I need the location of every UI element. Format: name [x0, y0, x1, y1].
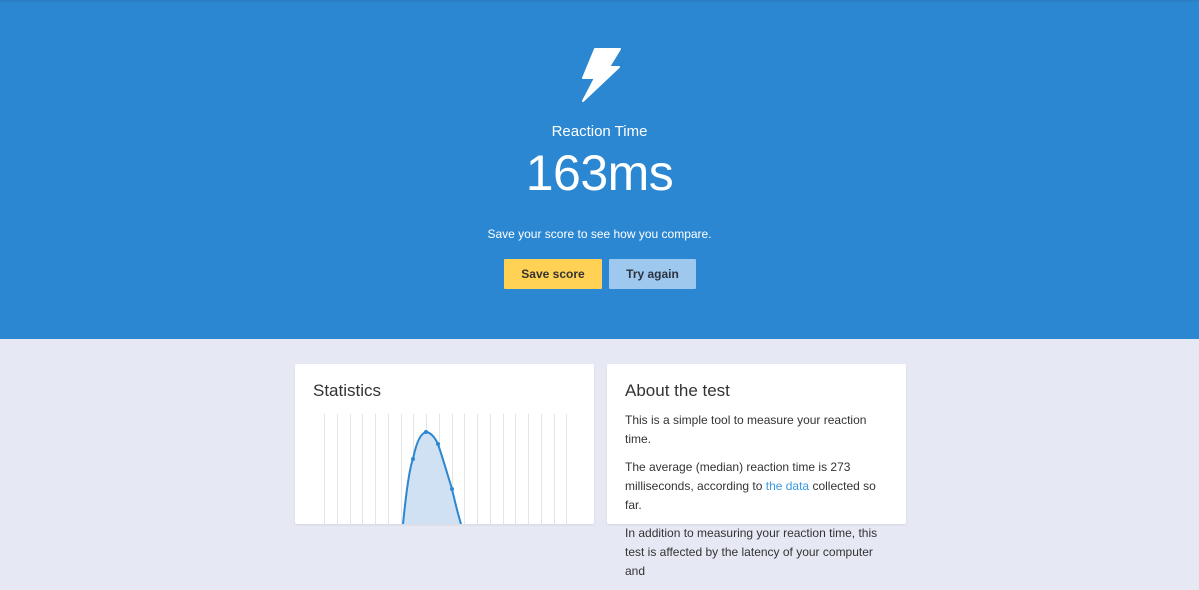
distribution-point — [450, 487, 454, 491]
hero-section: Reaction Time 163ms Save your score to s… — [0, 0, 1199, 339]
statistics-title: Statistics — [313, 381, 382, 400]
about-title: About the test — [625, 381, 730, 400]
save-prompt-text: Save your score to see how you compare. — [487, 227, 712, 241]
reaction-time-distribution-chart — [324, 414, 567, 524]
about-card: About the test This is a simple tool to … — [607, 364, 906, 578]
about-text: This is a simple tool to measure your re… — [625, 411, 895, 590]
the-data-link[interactable]: the data — [766, 479, 809, 493]
try-again-button[interactable]: Try again — [609, 259, 696, 289]
save-score-button[interactable]: Save score — [504, 259, 602, 289]
reaction-time-score: 163ms — [525, 145, 674, 201]
about-paragraph-3: In addition to measuring your reaction t… — [625, 526, 878, 578]
distribution-point — [436, 442, 440, 446]
test-title: Reaction Time — [551, 123, 648, 140]
about-paragraph-2: The average (median) reaction time is 27… — [625, 458, 895, 515]
about-paragraph-1: This is a simple tool to measure your re… — [625, 413, 867, 446]
statistics-card: Statistics — [295, 364, 594, 524]
distribution-point — [424, 430, 428, 434]
hero-top-border — [0, 0, 1199, 2]
lightning-bolt-icon — [582, 48, 621, 102]
distribution-point — [411, 457, 415, 461]
